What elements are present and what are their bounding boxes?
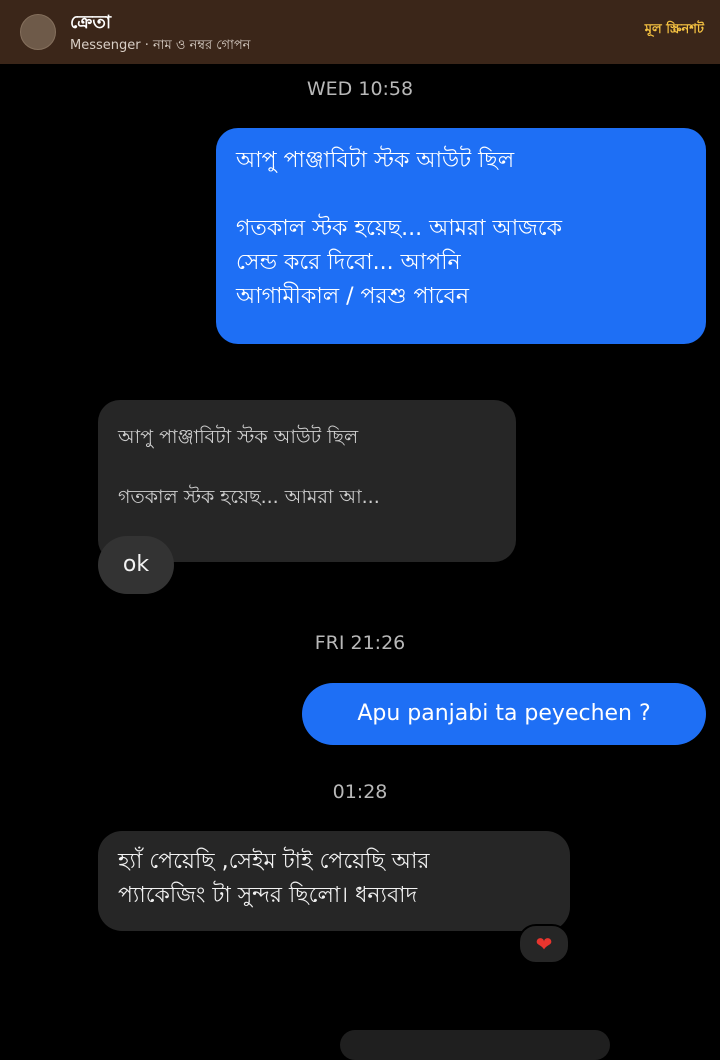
heart-reaction-icon[interactable]: ❤ (518, 924, 570, 964)
outgoing-message-stock[interactable]: আপু পাঞ্জাবিটা স্টক আউট ছিল গতকাল স্টক হ… (216, 128, 706, 344)
top-bar: ক্রেতা Messenger · নাম ও নম্বর গোপন মূল … (0, 0, 720, 64)
message-line: আপু পাঞ্জাবিটা স্টক আউট ছিল (236, 148, 515, 173)
original-screenshot-badge: মূল স্ক্রিনশট (644, 22, 704, 37)
timestamp-fri: FRI 21:26 (314, 632, 406, 654)
incoming-message-ok[interactable]: ok (98, 536, 174, 594)
contact-subtitle: Messenger · নাম ও নম্বর গোপন (70, 38, 251, 53)
avatar[interactable] (20, 14, 56, 50)
message-line: সেন্ড করে দিবো... আপনি (236, 250, 461, 275)
next-message-peek (340, 1030, 610, 1060)
quoted-line: আপু পাঞ্জাবিটা স্টক আউট ছিল (118, 426, 359, 448)
outgoing-message-question[interactable]: Apu panjabi ta peyechen ? (302, 683, 706, 745)
quoted-line: গতকাল স্টক হয়েছ... আমরা আ... (118, 486, 380, 508)
contact-name: ক্রেতা (70, 12, 112, 33)
message-line: গতকাল স্টক হয়েছ... আমরা আজকে (236, 216, 563, 241)
message-line: প্যাকেজিং টা সুন্দর ছিলো। ধন্যবাদ (118, 883, 418, 908)
message-line: আগামীকাল / পরশু পাবেন (236, 284, 470, 309)
quoted-reply-preview[interactable]: আপু পাঞ্জাবিটা স্টক আউট ছিল গতকাল স্টক হ… (98, 400, 516, 562)
timestamp-wed: WED 10:58 (306, 78, 414, 100)
incoming-message-thanks[interactable]: হ্যাঁ পেয়েছি ,সেইম টাই পেয়েছি আর প্যাক… (98, 831, 570, 931)
timestamp-0128: 01:28 (332, 781, 388, 803)
message-line: হ্যাঁ পেয়েছি ,সেইম টাই পেয়েছি আর (118, 849, 430, 874)
